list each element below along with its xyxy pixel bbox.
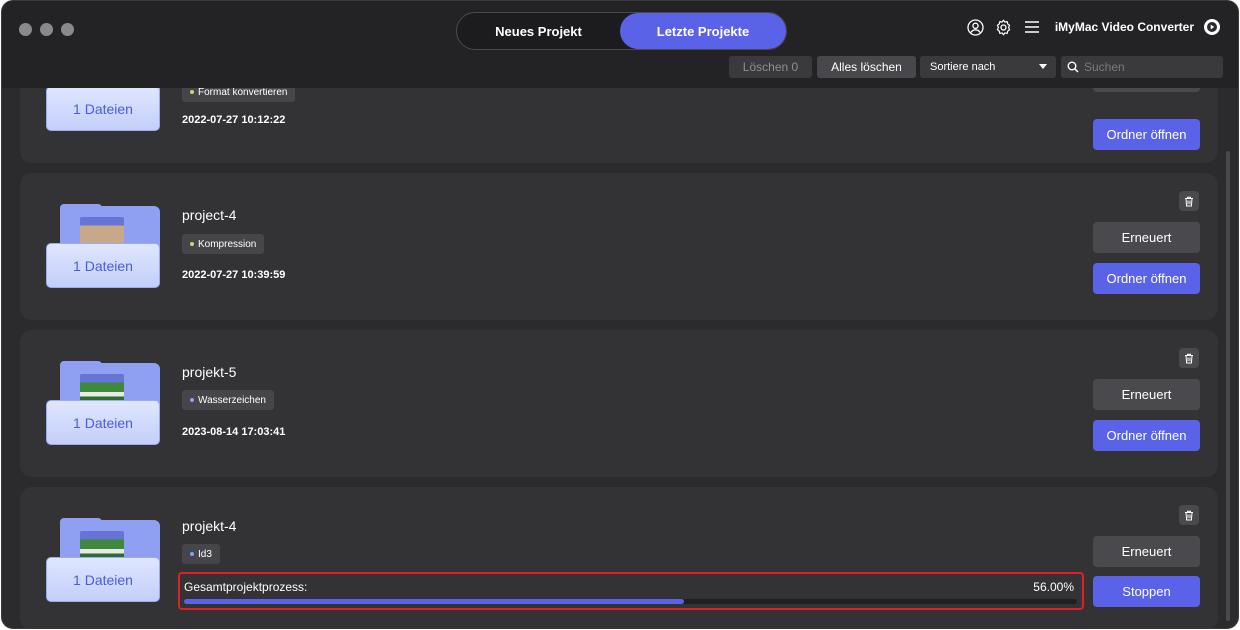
header-actions: iMyMac Video Converter bbox=[967, 18, 1220, 36]
list-toolbar: Löschen 0 Alles löschen Sortiere nach bbox=[2, 56, 1238, 88]
project-name: project-4 bbox=[182, 207, 237, 223]
tag-label: Id3 bbox=[198, 548, 212, 560]
sort-dropdown-label: Sortiere nach bbox=[930, 61, 996, 73]
close-window-button[interactable] bbox=[19, 23, 32, 36]
trash-icon[interactable] bbox=[1179, 505, 1199, 525]
open-folder-button[interactable]: Ordner öffnen bbox=[1093, 119, 1200, 150]
tag-dot bbox=[190, 90, 194, 94]
tag-label: Kompression bbox=[198, 238, 257, 250]
tag-label: Format konvertieren bbox=[198, 88, 288, 98]
minimize-window-button[interactable] bbox=[40, 23, 53, 36]
task-type-tag: Id3 bbox=[182, 544, 220, 564]
folder-icon: 1 Dateien bbox=[44, 204, 162, 288]
folder-icon: 1 Dateien bbox=[44, 361, 162, 445]
delete-selected-button[interactable]: Löschen 0 bbox=[729, 56, 812, 78]
app-window: Neues Projekt Letzte Projekte iMyMac Vid… bbox=[1, 0, 1239, 629]
progress-label: Gesamtprojektprozess: bbox=[184, 580, 308, 594]
open-folder-button[interactable]: Ordner öffnen bbox=[1093, 420, 1200, 451]
app-logo-icon bbox=[1204, 19, 1220, 35]
renew-button[interactable] bbox=[1093, 88, 1200, 92]
file-count-label: 1 Dateien bbox=[46, 557, 160, 602]
search-icon bbox=[1067, 61, 1079, 73]
open-folder-button[interactable]: Ordner öffnen bbox=[1093, 263, 1200, 294]
search-input[interactable] bbox=[1084, 60, 1214, 74]
project-date: 2022-07-27 10:12:22 bbox=[182, 114, 286, 126]
renew-button[interactable]: Erneuert bbox=[1093, 536, 1200, 567]
trash-icon[interactable] bbox=[1179, 191, 1199, 211]
renew-button[interactable]: Erneuert bbox=[1093, 379, 1200, 410]
file-count-label: 1 Dateien bbox=[46, 88, 160, 131]
project-name: projekt-4 bbox=[182, 518, 237, 534]
progress-track bbox=[184, 599, 1077, 604]
overall-progress: Gesamtprojektprozess: 56.00% bbox=[178, 572, 1084, 610]
file-count-label: 1 Dateien bbox=[46, 400, 160, 445]
tag-label: Wasserzeichen bbox=[198, 394, 266, 406]
folder-icon: 1 Dateien bbox=[44, 88, 162, 131]
task-type-tag: Wasserzeichen bbox=[182, 390, 274, 410]
project-card: 1 Dateien project-4 Kompression 2022-07-… bbox=[20, 173, 1218, 320]
user-icon[interactable] bbox=[967, 18, 985, 36]
delete-all-button[interactable]: Alles löschen bbox=[817, 56, 916, 78]
progress-fill bbox=[184, 599, 685, 604]
sort-dropdown[interactable]: Sortiere nach bbox=[920, 56, 1056, 78]
trash-icon[interactable] bbox=[1179, 348, 1199, 368]
project-tabs: Neues Projekt Letzte Projekte bbox=[456, 12, 787, 50]
zoom-window-button[interactable] bbox=[61, 23, 74, 36]
task-type-tag: Format konvertieren bbox=[182, 88, 296, 102]
tag-dot bbox=[190, 552, 194, 556]
progress-percent: 56.00% bbox=[1033, 580, 1074, 594]
gear-icon[interactable] bbox=[995, 18, 1013, 36]
file-count-label: 1 Dateien bbox=[46, 243, 160, 288]
project-date: 2023-08-14 17:03:41 bbox=[182, 426, 286, 438]
renew-button[interactable]: Erneuert bbox=[1093, 222, 1200, 253]
tab-recent-projects[interactable]: Letzte Projekte bbox=[620, 13, 786, 49]
task-type-tag: Kompression bbox=[182, 234, 265, 254]
app-name: iMyMac Video Converter bbox=[1054, 20, 1194, 34]
project-card: 1 Dateien Format konvertieren 2022-07-27… bbox=[20, 88, 1218, 163]
menu-icon[interactable] bbox=[1023, 18, 1041, 36]
folder-icon: 1 Dateien bbox=[44, 518, 162, 602]
caret-down-icon bbox=[1039, 64, 1047, 69]
search-box bbox=[1061, 56, 1223, 78]
stop-button[interactable]: Stoppen bbox=[1093, 576, 1200, 607]
title-bar: Neues Projekt Letzte Projekte iMyMac Vid… bbox=[2, 1, 1238, 57]
project-name: projekt-5 bbox=[182, 364, 237, 380]
tag-dot bbox=[190, 398, 194, 402]
project-list[interactable]: 1 Dateien Format konvertieren 2022-07-27… bbox=[2, 88, 1238, 628]
scrollbar[interactable] bbox=[1226, 151, 1230, 621]
tag-dot bbox=[190, 242, 194, 246]
window-controls bbox=[19, 23, 74, 36]
tab-new-project[interactable]: Neues Projekt bbox=[457, 13, 620, 49]
project-card: 1 Dateien projekt-5 Wasserzeichen 2023-0… bbox=[20, 330, 1218, 477]
project-date: 2022-07-27 10:39:59 bbox=[182, 269, 286, 281]
project-card: 1 Dateien projekt-4 Id3 Gesamtprojektpro… bbox=[20, 487, 1218, 628]
